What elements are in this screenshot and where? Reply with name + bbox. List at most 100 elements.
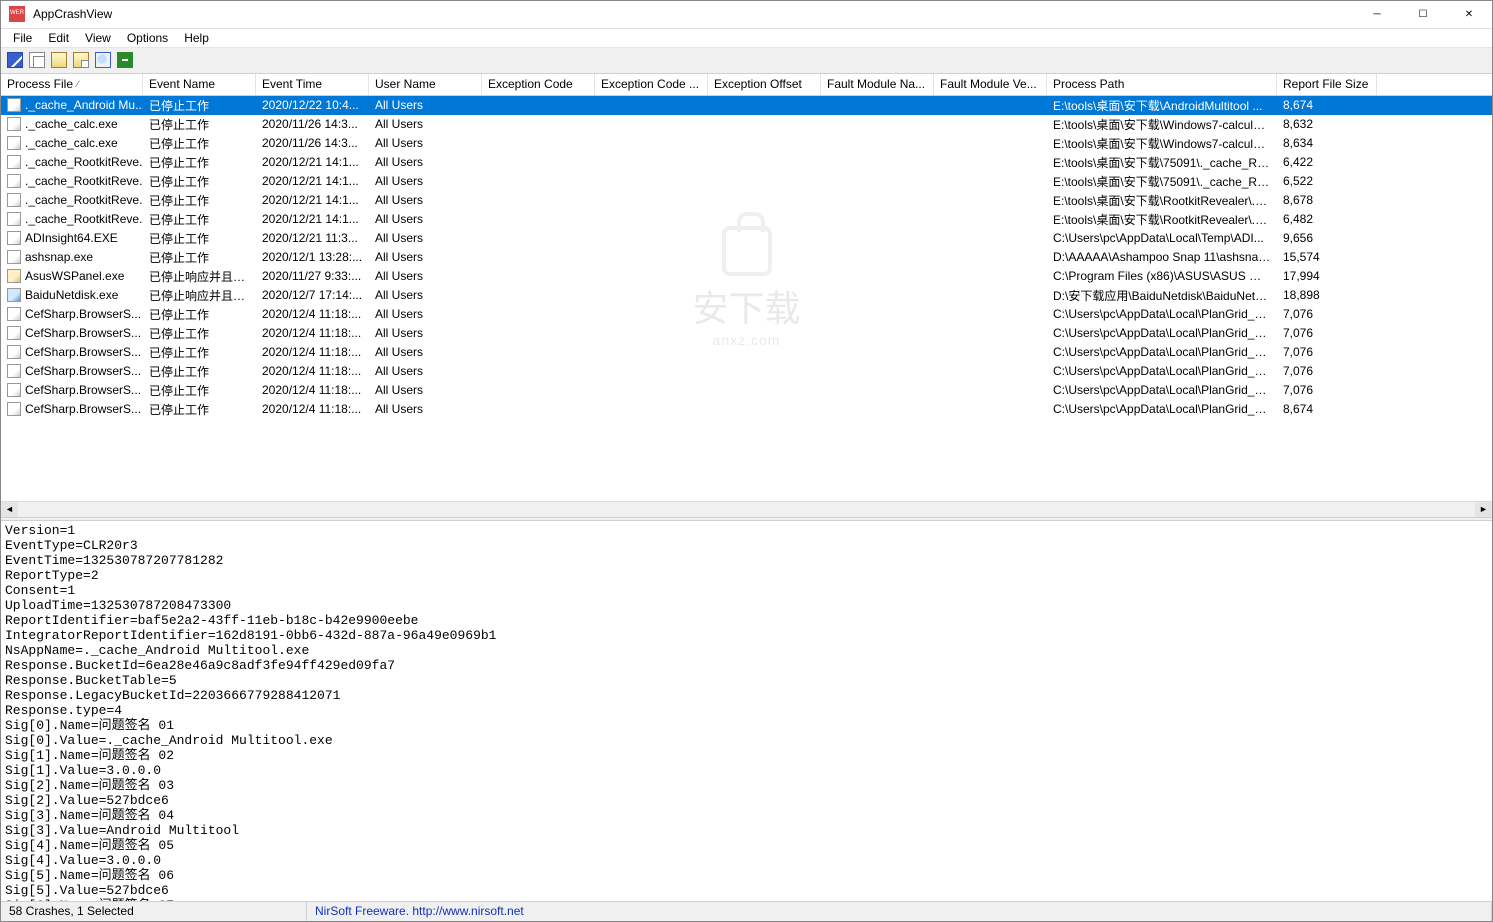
table-row[interactable]: CefSharp.BrowserS...已停止工作2020/12/4 11:18… — [1, 362, 1492, 381]
column-header[interactable]: Fault Module Ve... — [934, 74, 1047, 95]
cell: CefSharp.BrowserS... — [1, 402, 143, 416]
status-count: 58 Crashes, 1 Selected — [1, 902, 307, 921]
cell: ._cache_RootkitReve... — [1, 174, 143, 188]
cell: CefSharp.BrowserS... — [1, 345, 143, 359]
window-title: AppCrashView — [33, 7, 1354, 21]
menu-options[interactable]: Options — [119, 29, 176, 47]
scroll-left-icon[interactable]: ◄ — [1, 502, 18, 517]
details-panel[interactable]: Version=1 EventType=CLR20r3 EventTime=13… — [1, 521, 1492, 901]
horizontal-scrollbar[interactable]: ◄ ► — [1, 501, 1492, 517]
column-header[interactable]: Event Name — [143, 74, 256, 95]
table-row[interactable]: ._cache_RootkitReve...已停止工作2020/12/21 14… — [1, 191, 1492, 210]
cell: 2020/12/21 14:1... — [256, 193, 369, 207]
cell: 8,634 — [1277, 136, 1377, 150]
file-icon — [7, 307, 21, 321]
properties-icon — [51, 52, 67, 68]
cell: 15,574 — [1277, 250, 1377, 264]
menu-edit[interactable]: Edit — [40, 29, 77, 47]
properties-multi-button[interactable] — [71, 50, 91, 70]
cell: E:\tools\桌面\安下载\Windows7-calculat... — [1047, 116, 1277, 133]
table-row[interactable]: CefSharp.BrowserS...已停止工作2020/12/4 11:18… — [1, 305, 1492, 324]
file-icon — [7, 212, 21, 226]
file-icon — [7, 98, 21, 112]
cell: All Users — [369, 250, 482, 264]
column-header[interactable]: Report File Size — [1277, 74, 1377, 95]
cell: BaiduNetdisk.exe — [1, 288, 143, 302]
table-row[interactable]: ._cache_RootkitReve...已停止工作2020/12/21 14… — [1, 153, 1492, 172]
file-icon — [7, 269, 21, 283]
cell: All Users — [369, 402, 482, 416]
menu-view[interactable]: View — [77, 29, 119, 47]
cell: 2020/12/4 11:18:... — [256, 345, 369, 359]
column-header[interactable]: Process File∕ — [1, 74, 143, 95]
table-row[interactable]: ._cache_calc.exe已停止工作2020/11/26 14:3...A… — [1, 115, 1492, 134]
table-row[interactable]: ._cache_RootkitReve...已停止工作2020/12/21 14… — [1, 172, 1492, 191]
column-header[interactable]: Process Path — [1047, 74, 1277, 95]
copy-button[interactable] — [27, 50, 47, 70]
scroll-right-icon[interactable]: ► — [1475, 502, 1492, 517]
menu-help[interactable]: Help — [176, 29, 217, 47]
cell: CefSharp.BrowserS... — [1, 326, 143, 340]
table-row[interactable]: ._cache_Android Mu...已停止工作2020/12/22 10:… — [1, 96, 1492, 115]
cell: ._cache_Android Mu... — [1, 98, 143, 112]
table-row[interactable]: BaiduNetdisk.exe已停止响应并且被...2020/12/7 17:… — [1, 286, 1492, 305]
cell: All Users — [369, 326, 482, 340]
properties-button[interactable] — [49, 50, 69, 70]
column-header[interactable]: Exception Code — [482, 74, 595, 95]
minimize-button[interactable]: ─ — [1354, 1, 1400, 28]
file-icon — [7, 174, 21, 188]
toolbar — [1, 48, 1492, 74]
grid-header: Process File∕Event NameEvent TimeUser Na… — [1, 74, 1492, 96]
table-row[interactable]: ._cache_calc.exe已停止工作2020/11/26 14:3...A… — [1, 134, 1492, 153]
cell: 已停止响应并且被... — [143, 287, 256, 304]
cell: 8,674 — [1277, 402, 1377, 416]
column-header[interactable]: Fault Module Na... — [821, 74, 934, 95]
exit-button[interactable] — [115, 50, 135, 70]
cell: 已停止工作 — [143, 249, 256, 266]
cell: E:\tools\桌面\安下载\75091\._cache_Roo... — [1047, 154, 1277, 171]
cell: 6,482 — [1277, 212, 1377, 226]
cell: 已停止工作 — [143, 173, 256, 190]
cell: 已停止工作 — [143, 363, 256, 380]
table-row[interactable]: AsusWSPanel.exe已停止响应并且被...2020/11/27 9:3… — [1, 267, 1492, 286]
cell: 2020/12/7 17:14:... — [256, 288, 369, 302]
table-row[interactable]: ._cache_RootkitReve...已停止工作2020/12/21 14… — [1, 210, 1492, 229]
column-header[interactable]: Exception Code ... — [595, 74, 708, 95]
cell: All Users — [369, 136, 482, 150]
file-icon — [7, 117, 21, 131]
cell: 已停止工作 — [143, 154, 256, 171]
cell: 已停止工作 — [143, 192, 256, 209]
table-row[interactable]: CefSharp.BrowserS...已停止工作2020/12/4 11:18… — [1, 324, 1492, 343]
cell: E:\tools\桌面\安下载\Windows7-calculat... — [1047, 135, 1277, 152]
column-header[interactable]: User Name — [369, 74, 482, 95]
save-button[interactable] — [5, 50, 25, 70]
close-button[interactable]: ✕ — [1446, 1, 1492, 28]
file-icon — [7, 288, 21, 302]
table-row[interactable]: ADInsight64.EXE已停止工作2020/12/21 11:3...Al… — [1, 229, 1492, 248]
cell: All Users — [369, 307, 482, 321]
cell: 已停止工作 — [143, 97, 256, 114]
crash-list[interactable]: Process File∕Event NameEvent TimeUser Na… — [1, 74, 1492, 501]
table-row[interactable]: CefSharp.BrowserS...已停止工作2020/12/4 11:18… — [1, 400, 1492, 419]
file-icon — [7, 402, 21, 416]
titlebar: AppCrashView ─ ☐ ✕ — [1, 1, 1492, 29]
cell: 6,522 — [1277, 174, 1377, 188]
cell: 已停止工作 — [143, 306, 256, 323]
cell: C:\Program Files (x86)\ASUS\ASUS We... — [1047, 269, 1277, 283]
cell: D:\安下载应用\BaiduNetdisk\BaiduNetd... — [1047, 287, 1277, 304]
column-header[interactable]: Event Time — [256, 74, 369, 95]
cell: 已停止工作 — [143, 135, 256, 152]
cell: All Users — [369, 231, 482, 245]
cell: ._cache_calc.exe — [1, 136, 143, 150]
cell: E:\tools\桌面\安下载\RootkitRevealer\._... — [1047, 192, 1277, 209]
cell: 8,674 — [1277, 98, 1377, 112]
column-header[interactable]: Exception Offset — [708, 74, 821, 95]
menu-file[interactable]: File — [5, 29, 40, 47]
table-row[interactable]: ashsnap.exe已停止工作2020/12/1 13:28:...All U… — [1, 248, 1492, 267]
table-row[interactable]: CefSharp.BrowserS...已停止工作2020/12/4 11:18… — [1, 381, 1492, 400]
find-button[interactable] — [93, 50, 113, 70]
cell: 2020/12/4 11:18:... — [256, 402, 369, 416]
cell: 7,076 — [1277, 383, 1377, 397]
table-row[interactable]: CefSharp.BrowserS...已停止工作2020/12/4 11:18… — [1, 343, 1492, 362]
maximize-button[interactable]: ☐ — [1400, 1, 1446, 28]
